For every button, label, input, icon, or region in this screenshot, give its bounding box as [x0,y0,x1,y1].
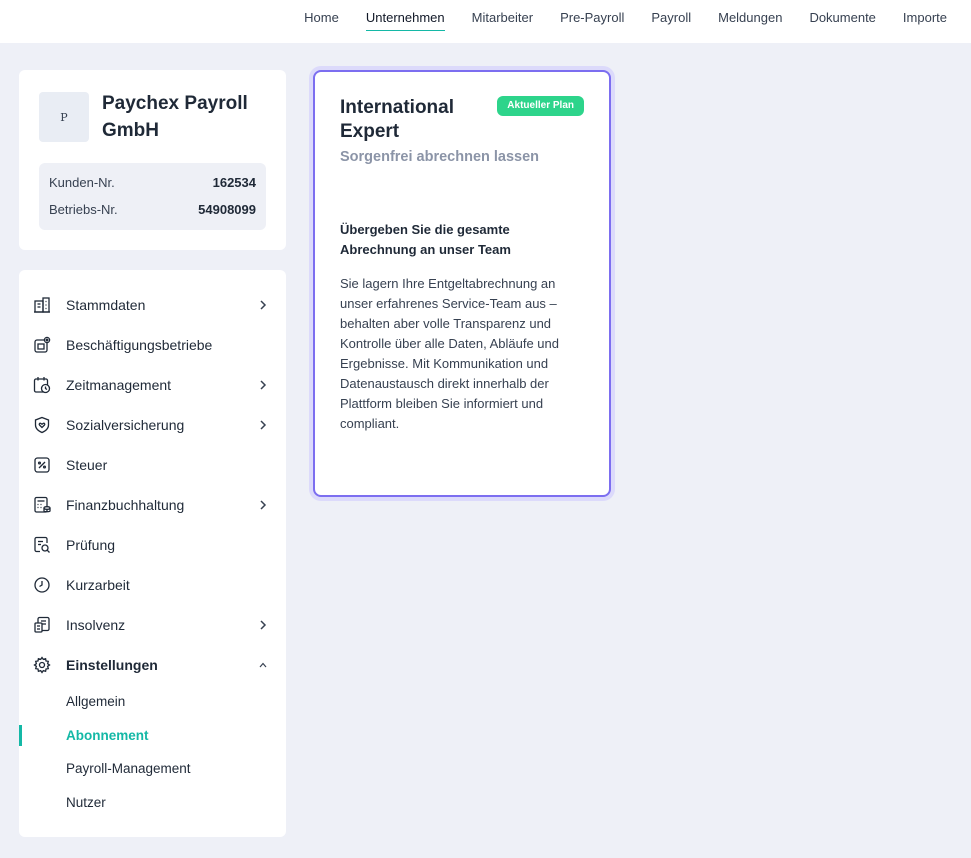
sidebar-item-label: Sozialversicherung [66,417,185,433]
sidebar-item-label: Stammdaten [66,297,146,313]
calendar-clock-icon [33,376,51,394]
sidebar-item-label: Kurzarbeit [66,577,130,593]
company-ids: Kunden-Nr. 162534 Betriebs-Nr. 54908099 [39,163,266,230]
sidebar-item-steuer[interactable]: Steuer [19,445,286,485]
sidebar-item-label: Finanzbuchhaltung [66,497,185,513]
shield-icon [33,416,51,434]
sidebar-subitem-payroll-management[interactable]: Payroll-Management [19,752,286,786]
sidebar-item-einstellungen[interactable]: Einstellungen [19,645,286,685]
sidebar-item-label: Steuer [66,457,108,473]
sidebar-item-zeitmanagement[interactable]: Zeitmanagement [19,365,286,405]
sidebar-item-label: Beschäftigungsbetriebe [66,337,213,353]
kunden-nr-label: Kunden-Nr. [49,175,115,190]
gear-icon [33,656,51,674]
sidebar: Stammdaten Beschäftigungsbetriebe Zeitma… [19,270,286,837]
top-navigation: Home Unternehmen Mitarbeiter Pre-Payroll… [277,0,947,43]
nav-payroll[interactable]: Payroll [651,0,691,31]
betriebs-nr-value: 54908099 [198,202,256,217]
plan-subtitle: Sorgenfrei abrechnen lassen [340,149,540,165]
nav-importe[interactable]: Importe [903,0,947,31]
clock-icon [33,576,51,594]
sidebar-subitem-abonnement[interactable]: Abonnement [19,719,286,753]
nav-dokumente[interactable]: Dokumente [809,0,875,31]
nav-mitarbeiter[interactable]: Mitarbeiter [472,0,533,31]
company-name: Paychex Payroll GmbH [102,93,248,141]
company-card: P Paychex Payroll GmbH Kunden-Nr. 162534… [19,70,286,250]
sidebar-item-insolvenz[interactable]: Insolvenz [19,605,286,645]
plan-headline: Übergeben Sie die gesamte Abrechnung an … [340,222,511,257]
plan-description: Sie lagern Ihre Entgeltabrechnung an uns… [340,276,559,431]
sidebar-item-kurzarbeit[interactable]: Kurzarbeit [19,565,286,605]
sidebar-item-finanzbuchhaltung[interactable]: Finanzbuchhaltung [19,485,286,525]
sidebar-subitem-allgemein[interactable]: Allgemein [19,685,286,719]
sidebar-subitem-nutzer[interactable]: Nutzer [19,786,286,820]
sidebar-menu: Stammdaten Beschäftigungsbetriebe Zeitma… [19,285,286,819]
chevron-right-icon [260,620,267,630]
top-bar: Home Unternehmen Mitarbeiter Pre-Payroll… [0,0,971,43]
chevron-right-icon [260,300,267,310]
nav-pre-payroll[interactable]: Pre-Payroll [560,0,624,31]
chevron-right-icon [260,380,267,390]
sidebar-item-label: Einstellungen [66,657,158,673]
kunden-nr-row: Kunden-Nr. 162534 [49,172,256,199]
chevron-right-icon [260,500,267,510]
calculator-icon [33,496,51,514]
chevron-up-icon [259,662,267,668]
audit-search-icon [33,536,51,554]
nav-home[interactable]: Home [304,0,339,31]
sidebar-item-sozialversicherung[interactable]: Sozialversicherung [19,405,286,445]
sidebar-item-pruefung[interactable]: Prüfung [19,525,286,565]
sidebar-item-stammdaten[interactable]: Stammdaten [19,285,286,325]
chevron-right-icon [260,420,267,430]
nav-meldungen[interactable]: Meldungen [718,0,782,31]
plan-card[interactable]: International Expert Aktueller Plan Sorg… [313,70,611,497]
nav-unternehmen[interactable]: Unternehmen [365,0,445,31]
company-logo: P [39,92,89,142]
kunden-nr-value: 162534 [212,175,256,190]
plan-title: International Expert [340,97,455,142]
betriebs-nr-label: Betriebs-Nr. [49,202,118,217]
sidebar-item-label: Insolvenz [66,617,126,633]
document-stack-icon [33,616,51,634]
current-plan-badge: Aktueller Plan [497,96,584,116]
sidebar-item-label: Prüfung [66,537,116,553]
sidebar-item-beschaeftigungsbetriebe[interactable]: Beschäftigungsbetriebe [19,325,286,365]
sidebar-item-label: Zeitmanagement [66,377,172,393]
building-icon [33,296,51,314]
business-location-icon [33,336,51,354]
tax-icon [33,456,51,474]
betriebs-nr-row: Betriebs-Nr. 54908099 [49,199,256,226]
